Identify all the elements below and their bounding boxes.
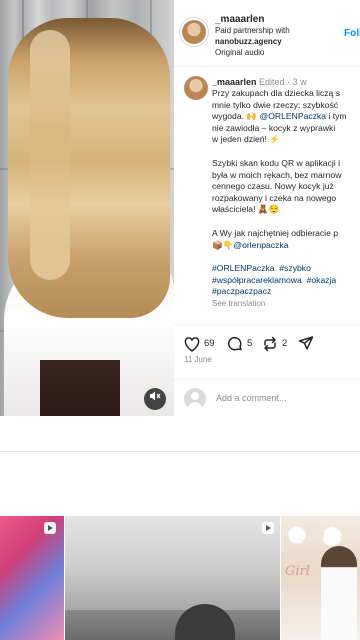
caption-username[interactable]: _maaarlen xyxy=(212,77,257,87)
author-avatar[interactable] xyxy=(182,20,206,44)
post-date: 11 June xyxy=(184,355,212,364)
repost-icon xyxy=(262,336,278,352)
partner-agency-link[interactable]: nanobuzz.agency xyxy=(215,37,282,46)
repost-count: 2 xyxy=(282,338,288,349)
share-button[interactable] xyxy=(298,335,314,353)
see-translation-link[interactable]: See translation xyxy=(212,298,360,310)
comment-composer: Add a comment... xyxy=(174,379,360,416)
hashtag[interactable]: #paczpaczpacz xyxy=(212,286,271,296)
grid-tile-reel[interactable] xyxy=(65,516,280,640)
section-divider xyxy=(0,451,360,452)
post-side-panel: _maaarlen Paid partnership with nanobuzz… xyxy=(174,0,360,416)
hashtag[interactable]: #współpracareklamowa xyxy=(212,275,302,285)
decor-lettering: Girl xyxy=(285,564,310,579)
heart-icon xyxy=(184,336,200,352)
caption-text: Przy zakupach dla dziecka liczą s mnie t… xyxy=(212,88,360,310)
repost-button[interactable]: 2 xyxy=(262,335,287,353)
post-header: _maaarlen Paid partnership with nanobuzz… xyxy=(174,0,360,67)
paper-plane-icon xyxy=(298,336,314,351)
post-photo[interactable] xyxy=(0,0,174,416)
comment-button[interactable]: 5 xyxy=(227,335,252,353)
hashtag[interactable]: #ORLENPaczka xyxy=(212,263,275,273)
post-actions: 69 5 2 11 June Add a comment... xyxy=(174,324,360,416)
hashtag[interactable]: #okazja xyxy=(307,275,337,285)
caption-meta: Edited · 3 w xyxy=(259,77,307,87)
mute-button[interactable] xyxy=(144,388,166,410)
mention-orlenpaczka-lower[interactable]: @orlenpaczka xyxy=(233,240,288,250)
user-avatar xyxy=(184,388,206,410)
audio-label[interactable]: Original audio xyxy=(215,48,264,57)
add-comment-input[interactable]: Add a comment... xyxy=(216,393,287,403)
comment-count: 5 xyxy=(247,338,253,349)
grid-tile-photo[interactable]: Girl xyxy=(281,516,360,640)
caption-header: _maaarlen Edited · 3 w xyxy=(212,77,307,87)
speaker-muted-icon xyxy=(149,391,161,405)
author-username[interactable]: _maaarlen xyxy=(215,14,264,25)
hashtag[interactable]: #szybko xyxy=(279,263,311,273)
like-button[interactable]: 69 xyxy=(184,335,215,353)
comment-bubble-icon xyxy=(227,336,243,351)
caption-avatar[interactable] xyxy=(184,76,208,100)
reel-icon xyxy=(262,522,274,534)
grid-tile-reel[interactable] xyxy=(0,516,64,640)
paid-partnership-label: Paid partnership with xyxy=(215,26,290,35)
caption: _maaarlen Edited · 3 w Przy zakupach dla… xyxy=(174,66,360,324)
like-count: 69 xyxy=(204,338,215,349)
follow-button[interactable]: Foll xyxy=(344,28,360,39)
mention-orlenpaczka[interactable]: @ORLENPaczka xyxy=(260,111,327,121)
reel-icon xyxy=(44,522,56,534)
